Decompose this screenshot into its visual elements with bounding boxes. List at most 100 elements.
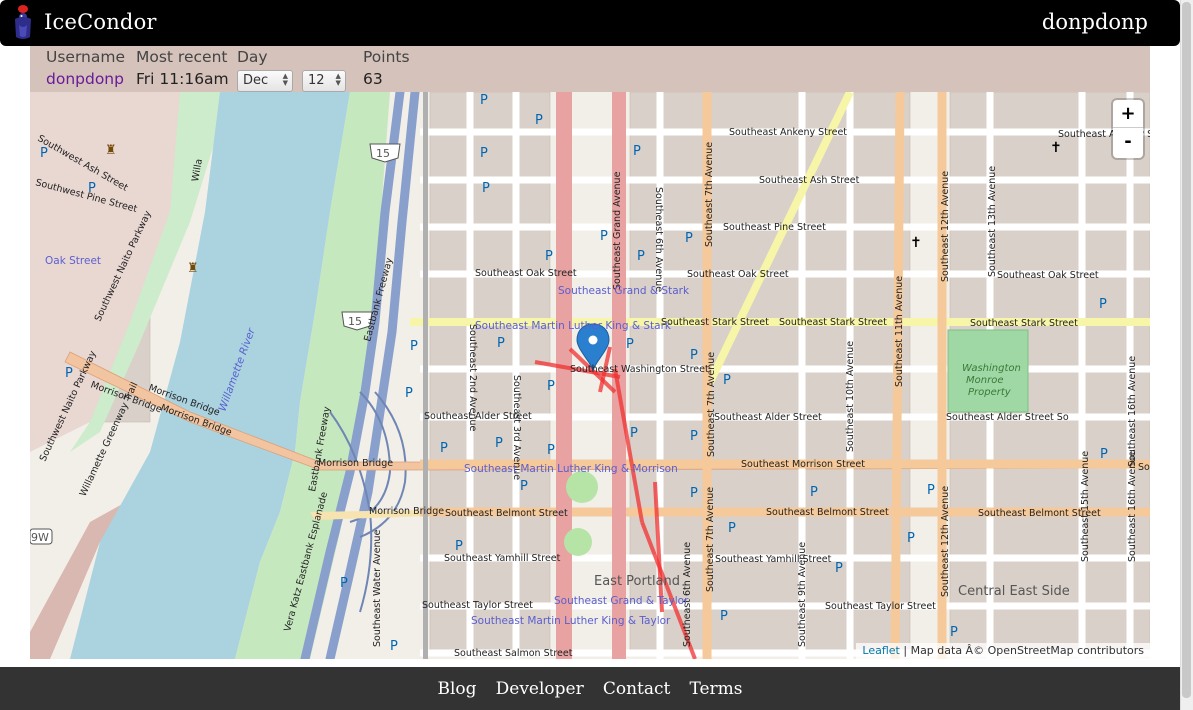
street-label: Southeast Water Avenue bbox=[372, 529, 383, 647]
select-arrows-icon: ▲ ▼ bbox=[335, 72, 341, 87]
map-tiles[interactable]: 15 15 9W P P P P P P P P P P P P P P P P bbox=[30, 92, 1150, 659]
church-icon: ✝ bbox=[910, 235, 922, 251]
svg-text:9W: 9W bbox=[31, 531, 49, 544]
svg-text:P: P bbox=[410, 339, 418, 354]
street-label: Southeast Taylor Street bbox=[422, 600, 533, 611]
street-label: Southeast 7th Avenue bbox=[706, 352, 717, 457]
svg-text:P: P bbox=[535, 113, 543, 128]
day-label: Day bbox=[237, 48, 268, 66]
points-label: Points bbox=[363, 48, 410, 66]
svg-text:P: P bbox=[907, 531, 915, 546]
street-label: Southeast Stark Street bbox=[661, 317, 769, 328]
street-label: Southeast Yamhill Street bbox=[715, 554, 832, 565]
attribution-text: | Map data Â© OpenStreetMap contributors bbox=[899, 644, 1144, 657]
footer: Blog Developer Contact Terms bbox=[0, 667, 1180, 710]
route-99w-shield-icon: 9W bbox=[30, 528, 53, 545]
svg-text:P: P bbox=[65, 366, 73, 381]
street-label: Southeast 10th Avenue bbox=[845, 341, 856, 452]
museum-icon: ♜ bbox=[105, 143, 117, 158]
street-label: Southeast Stark Street bbox=[970, 318, 1078, 329]
header-username[interactable]: donpdonp bbox=[1042, 10, 1148, 34]
street-label: Southeast 6th Avenue bbox=[653, 187, 664, 292]
username-link[interactable]: donpdonp bbox=[46, 70, 125, 88]
svg-text:P: P bbox=[927, 483, 935, 498]
username-column: Username donpdonp bbox=[46, 48, 125, 88]
svg-text:P: P bbox=[690, 429, 698, 444]
svg-text:P: P bbox=[1099, 297, 1107, 312]
svg-text:P: P bbox=[685, 231, 693, 246]
svg-text:P: P bbox=[630, 426, 638, 441]
svg-text:P: P bbox=[723, 373, 731, 388]
track-info-bar: Username donpdonp Most recent Fri 11:16a… bbox=[30, 46, 1150, 92]
street-label: Southeast Washington Street bbox=[570, 364, 709, 375]
svg-text:P: P bbox=[495, 436, 503, 451]
footer-link-blog[interactable]: Blog bbox=[437, 679, 476, 699]
park-label-line2: Monroe bbox=[966, 375, 1003, 386]
svg-text:P: P bbox=[480, 146, 488, 161]
svg-text:P: P bbox=[455, 539, 463, 554]
park-label-line3: Property bbox=[968, 387, 1012, 398]
condor-logo-icon[interactable] bbox=[10, 3, 36, 41]
most-recent-column: Most recent Fri 11:16am bbox=[136, 48, 229, 88]
street-label: Southeast Alder Street So bbox=[946, 412, 1069, 423]
park-label-line1: Washington bbox=[962, 363, 1021, 374]
svg-text:P: P bbox=[835, 561, 843, 576]
points-value: 63 bbox=[363, 70, 383, 88]
neighborhood-label: East Portland bbox=[594, 574, 680, 589]
svg-text:P: P bbox=[720, 609, 728, 624]
street-label: Southeast 12th Avenue bbox=[940, 171, 951, 282]
street-label: Southeast 7th Avenue bbox=[704, 142, 715, 247]
svg-text:P: P bbox=[637, 249, 645, 264]
svg-text:15: 15 bbox=[376, 147, 390, 160]
day-column: Day Dec ▲ ▼ 12 ▲ ▼ bbox=[237, 48, 346, 92]
brand-name[interactable]: IceCondor bbox=[44, 10, 157, 34]
leaflet-link[interactable]: Leaflet bbox=[862, 644, 899, 657]
zoom-in-button[interactable]: + bbox=[1113, 100, 1143, 128]
date-select[interactable]: 12 ▲ ▼ bbox=[301, 70, 346, 92]
street-label: Southeast Yamhill Street bbox=[444, 553, 561, 564]
month-select[interactable]: Dec ▲ ▼ bbox=[237, 70, 293, 92]
street-label: Southeast Grand Avenue bbox=[612, 171, 623, 290]
street-label: Southeast 13th Avenue bbox=[987, 166, 998, 277]
transit-stop-label: Southeast Martin Luther King & Morrison bbox=[464, 463, 678, 475]
map[interactable]: 15 15 9W P P P P P P P P P P P P P P P P bbox=[30, 92, 1150, 659]
neighborhood-label: Central East Side bbox=[958, 584, 1070, 599]
footer-link-developer[interactable]: Developer bbox=[496, 679, 584, 699]
transit-stop-label: Southeast Martin Luther King & Stark bbox=[475, 320, 672, 332]
zoom-control: + - bbox=[1113, 100, 1143, 158]
svg-text:P: P bbox=[600, 229, 608, 244]
street-label: Southeast Ankeny Street bbox=[729, 127, 847, 138]
svg-text:P: P bbox=[482, 181, 490, 196]
street-label: Southeast 15th Avenue bbox=[1080, 451, 1091, 562]
street-label: So bbox=[1138, 462, 1150, 473]
most-recent-label: Most recent bbox=[136, 48, 228, 66]
church-icon: ✝ bbox=[1050, 140, 1062, 156]
page-scrollbar-thumb[interactable] bbox=[1182, 2, 1191, 698]
svg-text:P: P bbox=[440, 441, 448, 456]
street-label: Southeast Alder Street bbox=[714, 412, 822, 423]
svg-text:P: P bbox=[405, 386, 413, 401]
street-label: Southeast 7th Avenue bbox=[705, 487, 716, 592]
zoom-out-button[interactable]: - bbox=[1113, 128, 1143, 156]
street-label: Southeast Oak Street bbox=[997, 270, 1099, 281]
svg-text:P: P bbox=[950, 625, 958, 640]
street-label: Southeast Stark Street bbox=[779, 317, 887, 328]
street-label: Southeast Oak Street bbox=[475, 268, 577, 279]
footer-link-terms[interactable]: Terms bbox=[689, 679, 742, 699]
svg-text:P: P bbox=[547, 379, 555, 394]
svg-text:P: P bbox=[480, 93, 488, 108]
street-label: Morrison Bridge bbox=[369, 506, 444, 517]
svg-text:P: P bbox=[390, 639, 398, 654]
street-label: Southeast Morrison Street bbox=[741, 459, 865, 470]
footer-link-contact[interactable]: Contact bbox=[603, 679, 671, 699]
street-label: Southeast Taylor Street bbox=[825, 601, 936, 612]
street-label: Southeast 9th Avenue bbox=[797, 542, 808, 647]
month-select-value: Dec bbox=[243, 73, 269, 88]
street-label: Southeast Oak Street bbox=[687, 269, 789, 280]
points-column: Points 63 bbox=[363, 48, 410, 88]
date-select-value: 12 bbox=[307, 73, 325, 88]
transit-stop-label: Southeast Martin Luther King & Taylor bbox=[471, 615, 671, 627]
street-label: Morrison Bridge bbox=[318, 458, 393, 469]
street-label: Southeast 2nd Avenue bbox=[467, 324, 478, 432]
transit-stop-label: Southeast Grand & Stark bbox=[558, 285, 690, 297]
